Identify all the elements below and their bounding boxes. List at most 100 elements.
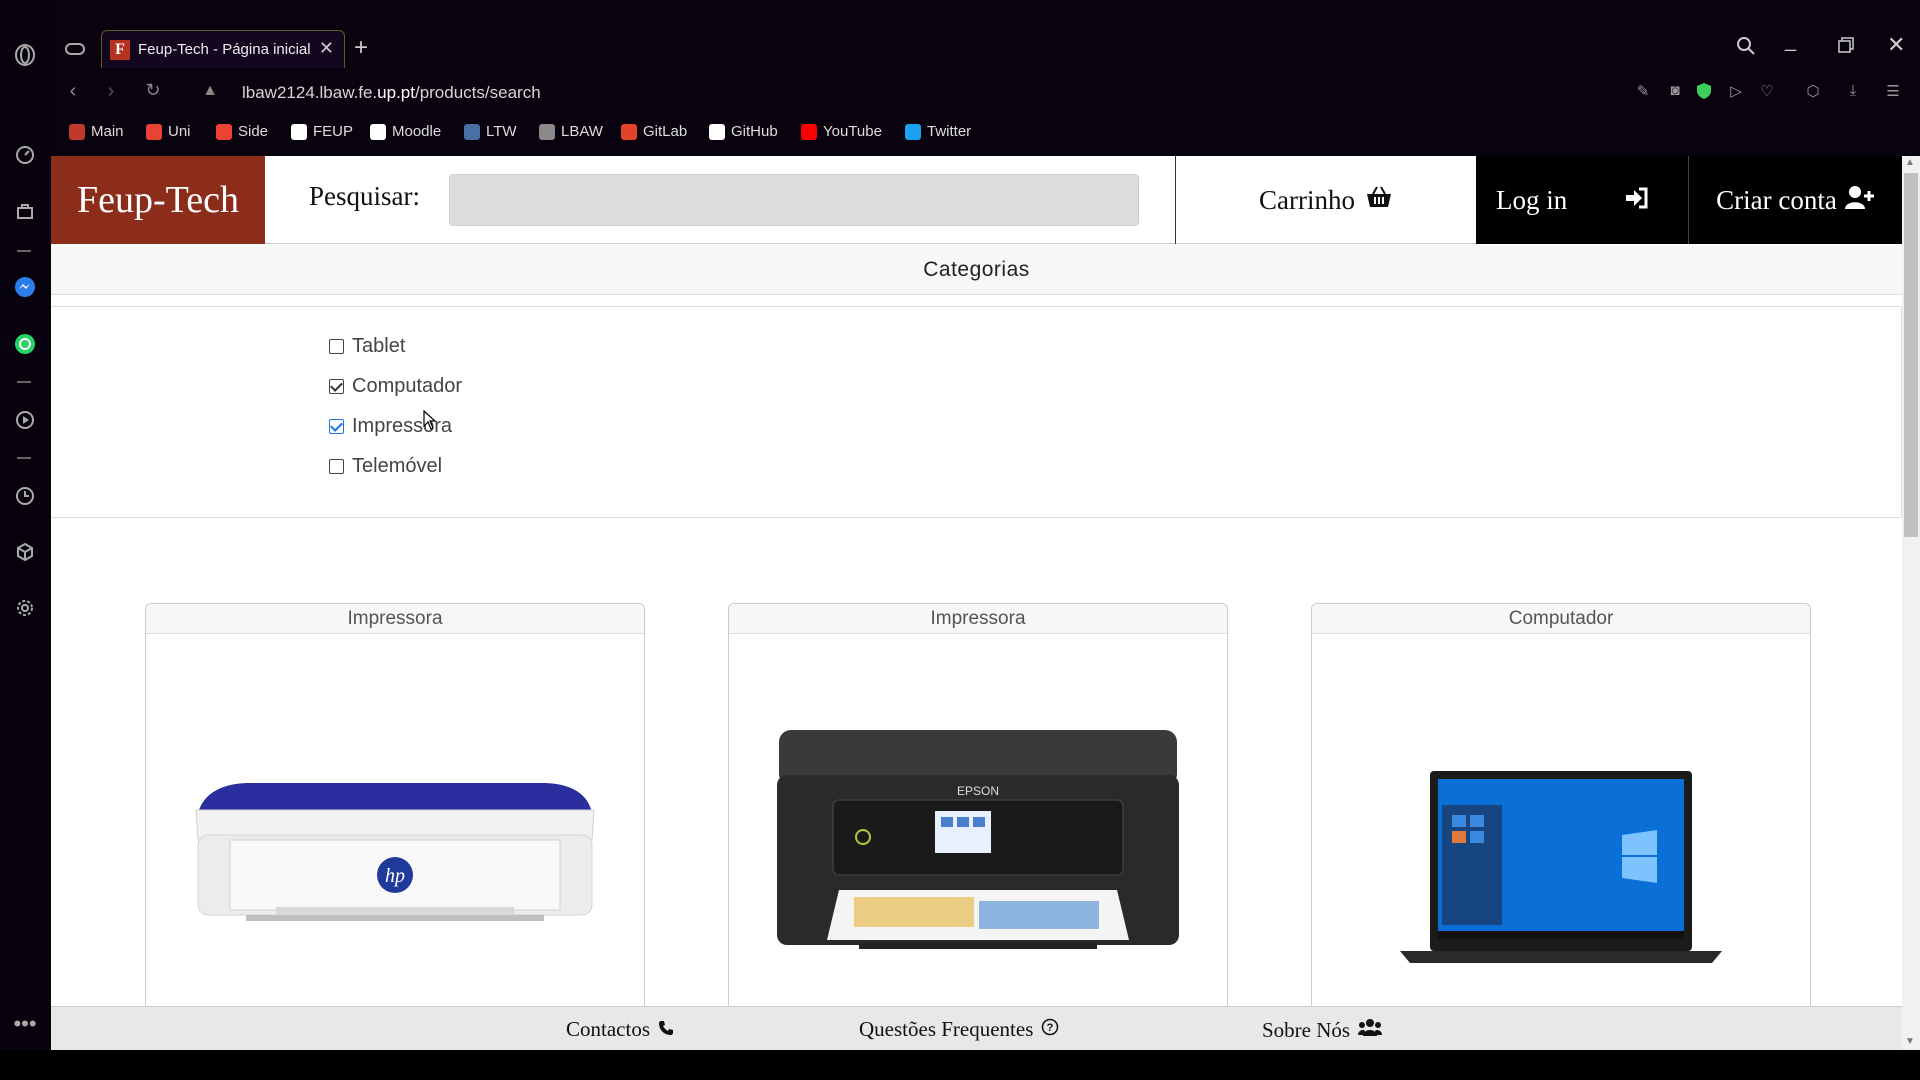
share-icon[interactable]: ✎ — [1633, 82, 1653, 102]
bookmark-favicon-icon — [216, 123, 232, 140]
download-icon[interactable]: ⤓ — [1843, 82, 1863, 102]
mouse-cursor-icon — [423, 409, 437, 435]
scrollbar-thumb[interactable] — [1904, 173, 1918, 537]
category-label: Impressora — [352, 415, 453, 437]
history-icon[interactable] — [13, 484, 37, 508]
search-tabs-icon[interactable] — [1736, 36, 1756, 61]
settings-gear-icon[interactable] — [13, 596, 37, 620]
back-icon[interactable]: ‹ — [61, 80, 85, 104]
whatsapp-icon[interactable] — [13, 332, 37, 356]
scroll-up-icon[interactable]: ▲ — [1905, 157, 1915, 168]
browser-sidebar: ••• — [0, 0, 51, 1080]
bookmark-github[interactable]: GitHub — [709, 123, 778, 140]
site-header: Feup-Tech Pesquisar: Carrinho Log in Cri… — [51, 156, 1902, 244]
scroll-down-icon[interactable]: ▼ — [1905, 1036, 1915, 1047]
sidebar-divider — [17, 381, 31, 383]
warning-icon[interactable]: ▲ — [198, 82, 222, 106]
bookmark-twitter[interactable]: Twitter — [905, 123, 971, 140]
restore-icon[interactable] — [1837, 36, 1855, 59]
user-plus-icon — [1844, 185, 1875, 216]
svg-text:EPSON: EPSON — [957, 784, 999, 798]
menu-lines-icon[interactable]: ☰ — [1883, 82, 1903, 102]
bookmark-moodle[interactable]: Moodle — [370, 123, 441, 140]
product-card[interactable]: Computador — [1311, 603, 1811, 1023]
product-category: Impressora — [146, 604, 644, 634]
bookmark-label: YouTube — [823, 123, 882, 140]
site-logo[interactable]: Feup-Tech — [51, 156, 265, 244]
bookmark-favicon-icon — [905, 123, 921, 140]
close-window-icon[interactable]: ✕ — [1887, 32, 1905, 58]
player-icon[interactable] — [13, 408, 37, 432]
product-category: Impressora — [729, 604, 1227, 634]
categories-panel: Tablet Computador Impressora Telemóvel — [51, 306, 1902, 518]
signup-button[interactable]: Criar conta — [1688, 156, 1902, 244]
opera-logo-icon[interactable] — [13, 43, 37, 67]
tab-favicon: F — [110, 40, 130, 60]
more-icon[interactable]: ••• — [13, 1011, 37, 1036]
bookmark-youtube[interactable]: YouTube — [801, 123, 882, 140]
about-link[interactable]: Sobre Nós — [1262, 1017, 1383, 1043]
gamepad-icon[interactable] — [63, 37, 87, 61]
tab-title: Feup-Tech - Página inicial — [138, 41, 311, 58]
bookmark-main[interactable]: Main — [69, 123, 124, 140]
bookmark-feup[interactable]: FEUP — [291, 123, 353, 140]
bookmark-favicon-icon — [539, 123, 555, 140]
impressora-checkbox[interactable] — [329, 419, 344, 434]
sidebar-divider — [17, 250, 31, 252]
shopping-bag-icon[interactable] — [13, 199, 37, 223]
users-icon — [1358, 1017, 1383, 1043]
vpn-shield-icon[interactable] — [1694, 82, 1714, 102]
faq-label: Questões Frequentes — [859, 1017, 1034, 1041]
heart-icon[interactable]: ♡ — [1757, 82, 1777, 102]
category-telemovel[interactable]: Telemóvel — [329, 455, 442, 478]
url-field[interactable]: lbaw2124.lbaw.fe.up.pt/products/search — [242, 83, 541, 103]
bookmark-side[interactable]: Side — [216, 123, 268, 140]
camera-icon[interactable]: ◙ — [1665, 82, 1685, 102]
sign-in-icon — [1624, 185, 1648, 216]
cart-button[interactable]: Carrinho — [1175, 156, 1476, 244]
speed-dial-icon[interactable] — [13, 143, 37, 167]
product-card[interactable]: Impressora hp — [145, 603, 645, 1023]
extensions-cube-icon[interactable] — [13, 540, 37, 564]
forward-icon[interactable]: › — [99, 80, 123, 104]
cube-icon[interactable]: ⬡ — [1803, 82, 1823, 102]
contacts-link[interactable]: Contactos — [566, 1017, 674, 1042]
minimize-icon[interactable]: _ — [1785, 30, 1796, 53]
svg-text:?: ? — [1047, 1022, 1054, 1034]
categories-header[interactable]: Categorias — [51, 245, 1902, 295]
bookmark-label: Moodle — [392, 123, 442, 140]
search-input[interactable] — [449, 174, 1139, 226]
svg-text:hp: hp — [385, 865, 405, 887]
bookmarks-bar: Main Uni Side FEUP Moodle LTW LBAW GitLab GitHub… — [51, 121, 1920, 147]
bookmark-ltw[interactable]: LTW — [464, 123, 517, 140]
computador-checkbox[interactable] — [329, 379, 344, 394]
faq-link[interactable]: Questões Frequentes ? — [859, 1017, 1059, 1042]
bookmark-favicon-icon — [370, 123, 386, 140]
basket-icon — [1365, 185, 1393, 216]
bookmark-uni[interactable]: Uni — [146, 123, 191, 140]
product-card[interactable]: Impressora EPSON — [728, 603, 1228, 1023]
messenger-icon[interactable] — [13, 275, 37, 299]
send-icon[interactable]: ▷ — [1726, 82, 1746, 102]
category-tablet[interactable]: Tablet — [329, 335, 405, 358]
telemovel-checkbox[interactable] — [329, 459, 344, 474]
cart-label: Carrinho — [1259, 184, 1355, 215]
bookmark-lbaw[interactable]: LBAW — [539, 123, 603, 140]
bookmark-label: Side — [238, 123, 269, 140]
bookmark-label: Main — [91, 123, 124, 140]
about-label: Sobre Nós — [1262, 1017, 1351, 1042]
phone-icon — [658, 1017, 674, 1042]
bookmark-gitlab[interactable]: GitLab — [621, 123, 687, 140]
epson-printer-image: EPSON — [729, 635, 1227, 1022]
new-tab-icon[interactable]: + — [354, 34, 368, 62]
reload-icon[interactable]: ↻ — [141, 80, 165, 104]
bookmark-favicon-icon — [709, 123, 725, 140]
hp-printer-image: hp — [146, 635, 644, 1022]
login-button[interactable]: Log in — [1476, 156, 1688, 244]
tablet-checkbox[interactable] — [329, 339, 344, 354]
bookmark-favicon-icon — [291, 123, 307, 140]
bookmark-label: Twitter — [927, 123, 972, 140]
category-computador[interactable]: Computador — [329, 375, 462, 398]
tab-active[interactable]: F Feup-Tech - Página inicial ✕ — [101, 30, 345, 68]
tab-close-icon[interactable]: ✕ — [319, 38, 334, 59]
